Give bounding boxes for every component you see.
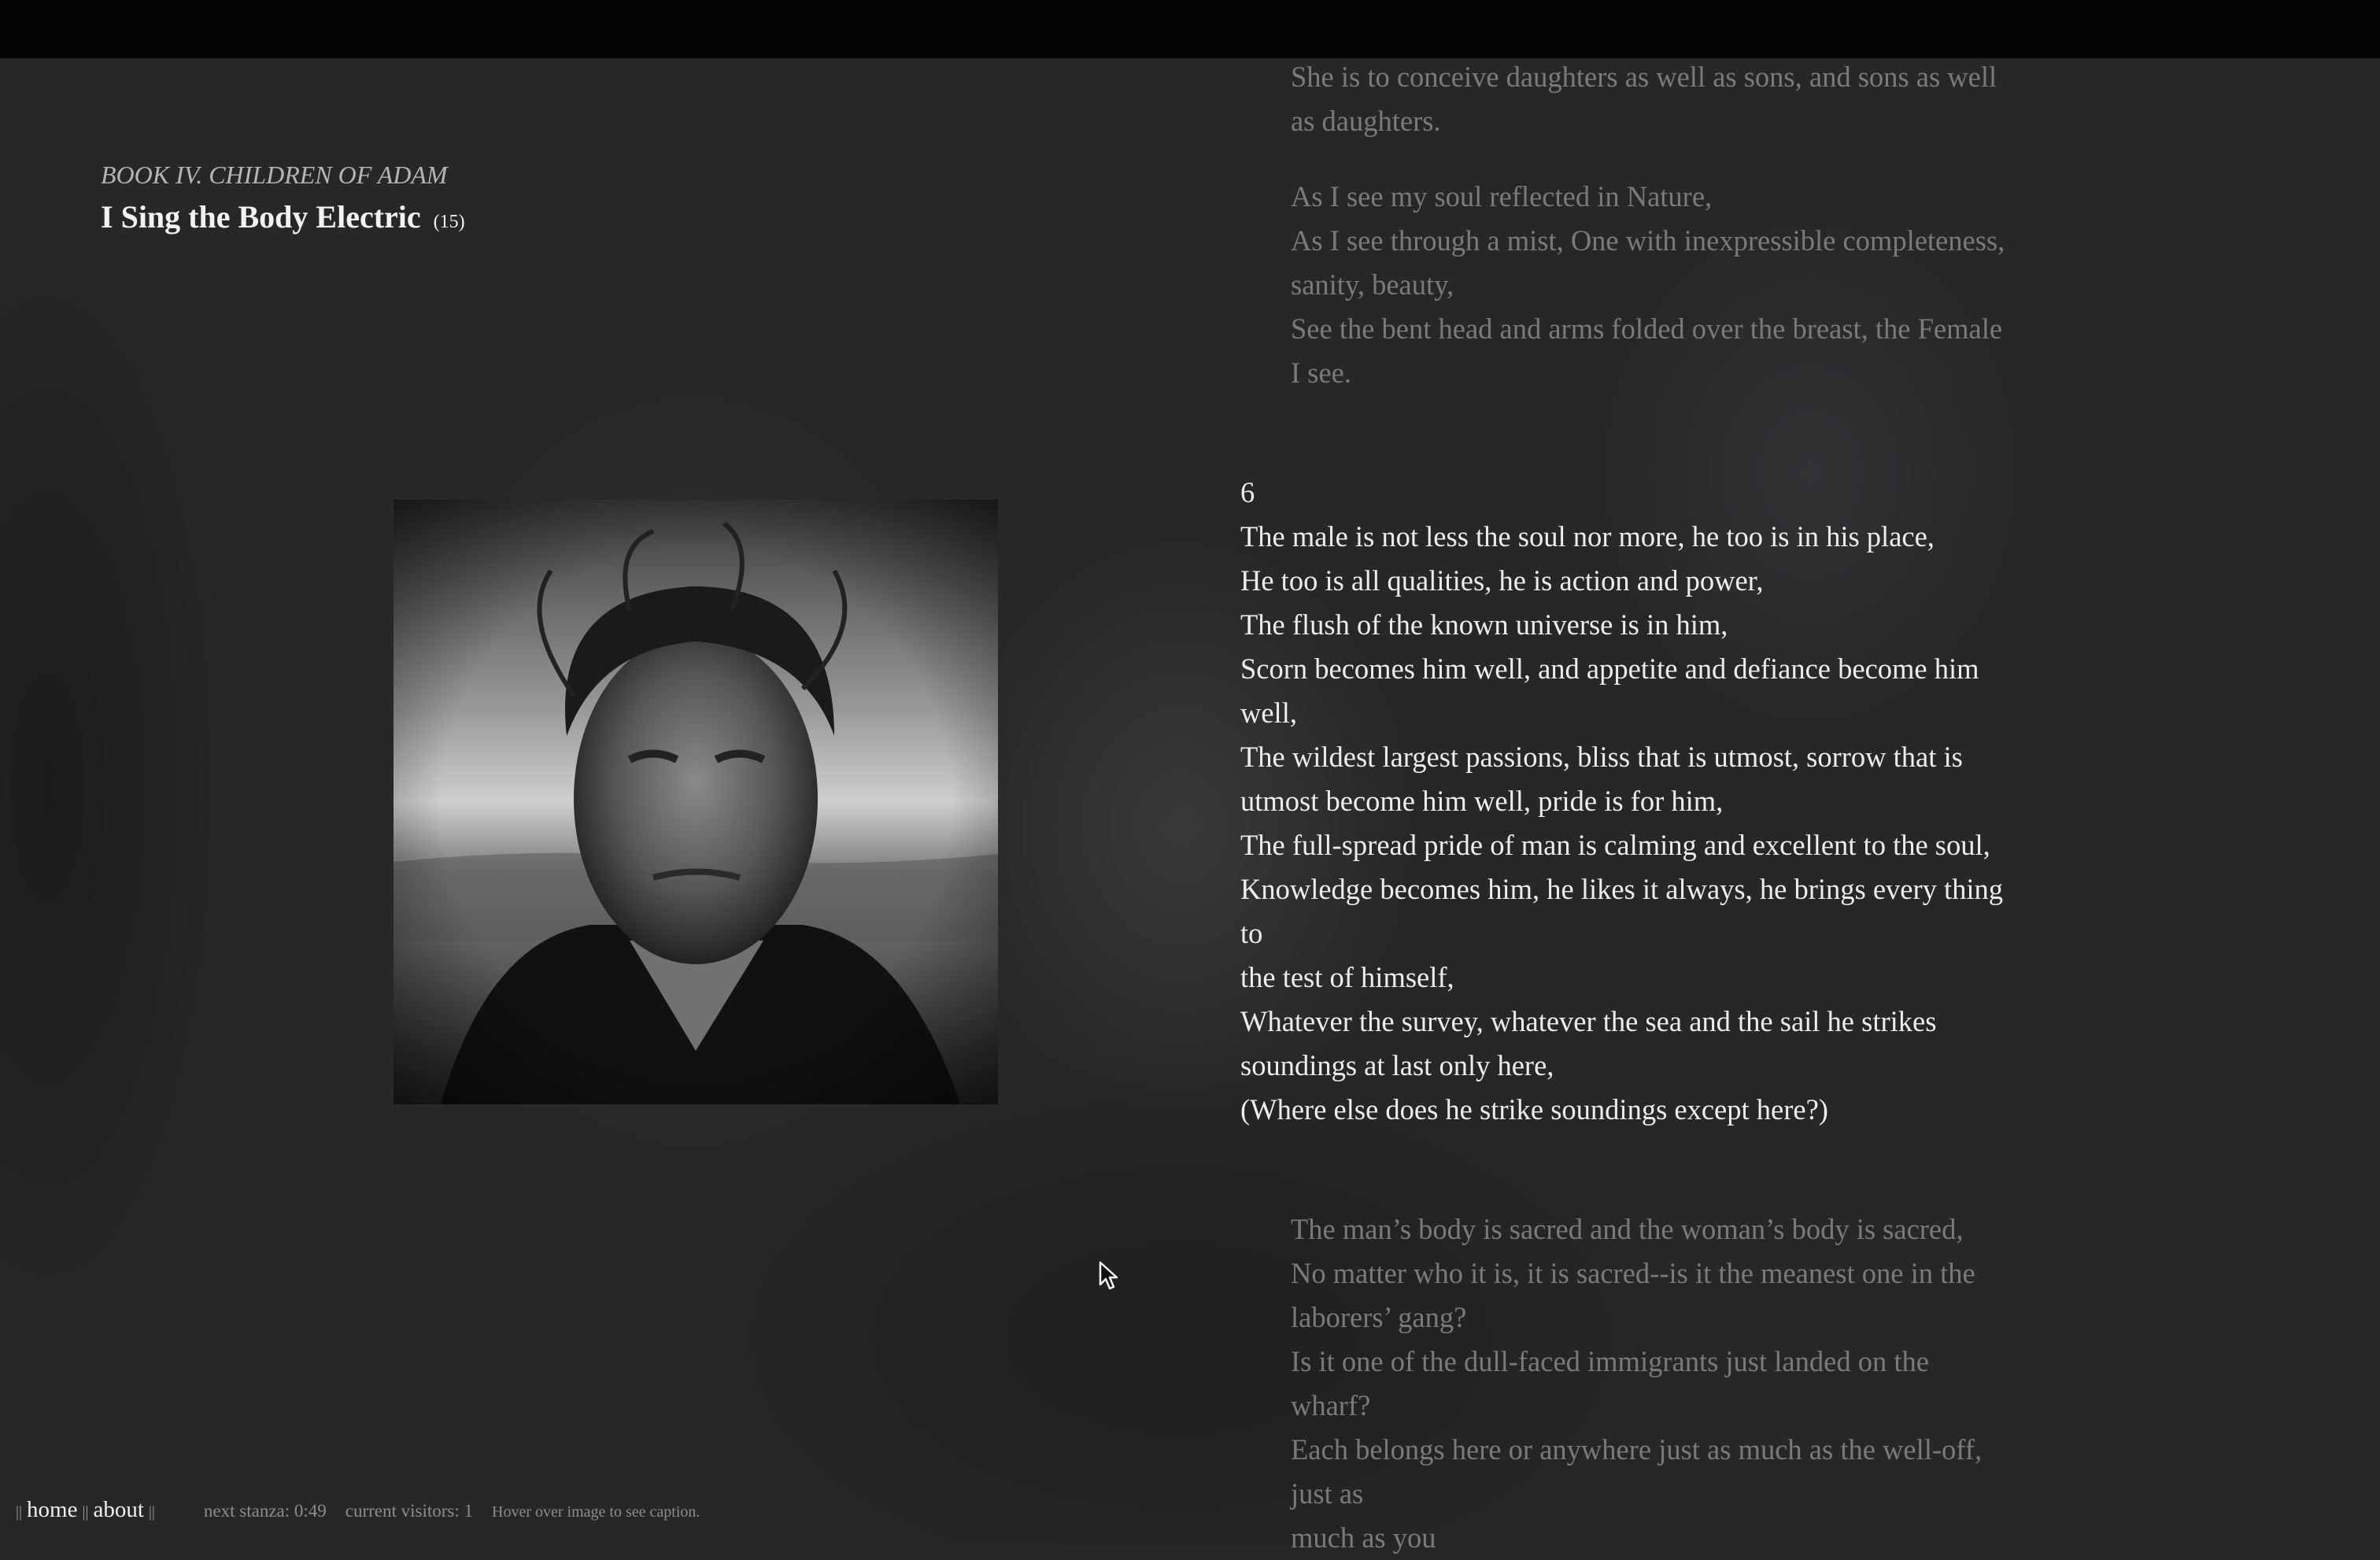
poem-line: As I see my soul reflected in Nature, [1291, 180, 1713, 213]
poem-line: The male is not less the soul nor more, … [1240, 520, 1935, 553]
poem-line: I see. [1291, 357, 1352, 389]
nav-separator: || [148, 1503, 155, 1521]
poem-line: As I see through a mist, One with inexpr… [1291, 224, 2005, 257]
poem-title-text: I Sing the Body Electric [101, 199, 421, 235]
image-hint: Hover over image to see caption. [492, 1503, 700, 1521]
poem-line: Whatever the survey, whatever the sea an… [1240, 1005, 1937, 1037]
poem-line: Scorn becomes him well, and appetite and… [1240, 652, 1979, 685]
poem-line: See the bent head and arms folded over t… [1291, 312, 2003, 345]
nav-separator: || [82, 1503, 89, 1521]
poem-line: soundings at last only here, [1240, 1049, 1554, 1081]
poem-line: Each belongs here or anywhere just as mu… [1291, 1433, 1983, 1466]
nav-separator: || [16, 1503, 23, 1521]
poem-line: as daughters. [1291, 105, 1441, 137]
about-link[interactable]: about [93, 1497, 143, 1523]
poem-line: No matter who it is, it is sacred--is it… [1291, 1257, 1975, 1289]
poem-line: the test of himself, [1240, 961, 1454, 993]
poem-line: The man’s body is sacred and the woman’s… [1291, 1213, 1964, 1245]
top-bar [0, 0, 2380, 58]
previous-stanza-part-a: She is to conceive daughters as well as … [1291, 55, 2094, 143]
previous-stanza-part-b: As I see my soul reflected in Nature, As… [1291, 175, 2094, 395]
footer-bar: || home || about || next stanza: 0:49 cu… [11, 1497, 700, 1529]
next-stanza: The man’s body is sacred and the woman’s… [1291, 1207, 2094, 1560]
book-label: BOOK IV. CHILDREN OF ADAM [101, 161, 448, 189]
stanza-number: 6 [1240, 476, 1255, 508]
poem-line: to [1240, 917, 1263, 949]
poem-line: much as you [1291, 1521, 1436, 1554]
poem-line: Knowledge becomes him, he likes it alway… [1240, 873, 2004, 905]
poem-line: utmost become him well, pride is for him… [1240, 785, 1724, 817]
poem-line: She is to conceive daughters as well as … [1291, 61, 1998, 93]
poem-title: I Sing the Body Electric (15) [101, 198, 465, 235]
poem-line: (Where else does he strike soundings exc… [1240, 1093, 1828, 1126]
home-link[interactable]: home [27, 1497, 77, 1523]
poem-line: The full-spread pride of man is calming … [1240, 829, 1990, 861]
poem-line: He too is all qualities, he is action an… [1240, 564, 1764, 597]
portrait-image[interactable] [394, 500, 998, 1104]
current-stanza: 6 The male is not less the soul nor more… [1240, 471, 2090, 1132]
poem-line: laborers’ gang? [1291, 1301, 1467, 1333]
poem-line: sanity, beauty, [1291, 268, 1454, 301]
poem-line: just as [1291, 1477, 1364, 1510]
next-stanza-timer: next stanza: 0:49 [203, 1501, 327, 1521]
poem-line: wharf? [1291, 1389, 1371, 1421]
poem-line: well, [1240, 697, 1297, 729]
poem-number: (15) [433, 212, 465, 232]
poem-line: The flush of the known universe is in hi… [1240, 608, 1728, 641]
poem-line: Is it one of the dull-faced immigrants j… [1291, 1345, 1929, 1377]
poem-line: The wildest largest passions, bliss that… [1240, 741, 1963, 773]
visitor-count: current visitors: 1 [345, 1501, 474, 1521]
mouse-cursor-icon [1099, 1261, 1119, 1295]
